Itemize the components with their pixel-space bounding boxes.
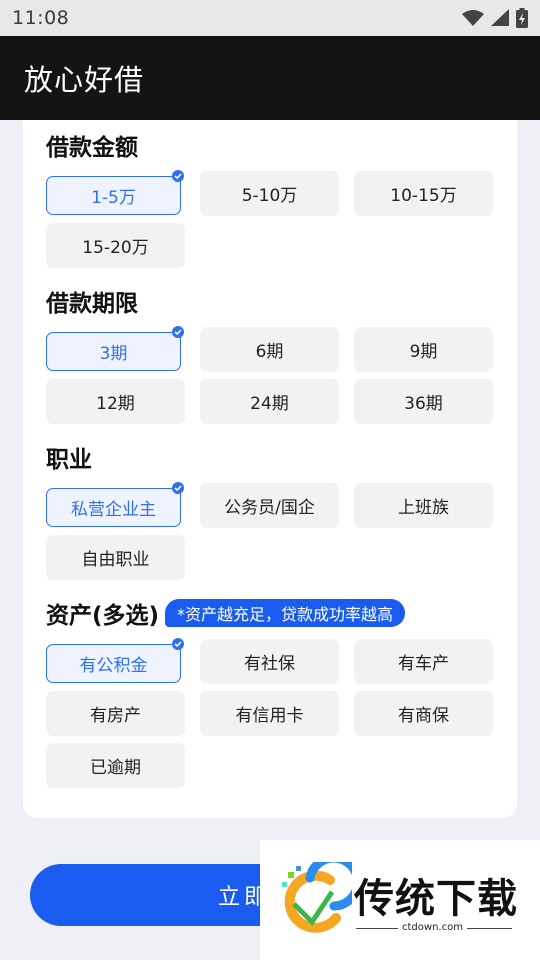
option-label: 有车产 (398, 654, 449, 674)
status-icons (462, 8, 528, 28)
app-bar: 放心好借 (0, 36, 540, 120)
term-option-24[interactable]: 24期 (200, 379, 339, 424)
option-label: 自由职业 (81, 550, 150, 570)
amount-title: 借款金额 (46, 135, 138, 161)
amount-option-15-20[interactable]: 15-20万 (46, 223, 185, 268)
option-label: 上班族 (398, 498, 449, 518)
job-title: 职业 (46, 447, 92, 473)
term-title: 借款期限 (46, 291, 138, 317)
assets-option-commercial-insurance[interactable]: 有商保 (354, 691, 493, 736)
assets-option-housing-fund[interactable]: 有公积金 (46, 638, 184, 683)
option-label: 有信用卡 (235, 706, 304, 726)
amount-option-1-5[interactable]: 1-5万 (46, 170, 184, 215)
watermark-domain: ctdown.com (398, 922, 467, 933)
check-badge-icon (172, 638, 184, 650)
assets-option-social-security[interactable]: 有社保 (200, 639, 339, 684)
option-label: 有社保 (244, 654, 295, 674)
job-option-business-owner[interactable]: 私营企业主 (46, 482, 184, 527)
option-label: 1-5万 (91, 188, 136, 208)
option-label: 12期 (96, 394, 135, 414)
option-label: 10-15万 (390, 186, 457, 206)
term-option-3[interactable]: 3期 (46, 326, 184, 371)
option-label: 有商保 (398, 706, 449, 726)
assets-hint-badge: *资产越充足，贷款成功率越高 (165, 599, 406, 627)
amount-option-5-10[interactable]: 5-10万 (200, 171, 339, 216)
term-option-12[interactable]: 12期 (46, 379, 185, 424)
wifi-icon (462, 10, 484, 26)
option-label: 3期 (99, 344, 128, 364)
term-option-9[interactable]: 9期 (354, 327, 493, 372)
option-label: 15-20万 (82, 238, 149, 258)
term-option-36[interactable]: 36期 (354, 379, 493, 424)
option-label: 9期 (409, 342, 438, 362)
assets-option-car[interactable]: 有车产 (354, 639, 493, 684)
check-badge-icon (172, 326, 184, 338)
job-option-office-worker[interactable]: 上班族 (354, 483, 493, 528)
watermark-brand: 传统下载 (354, 876, 518, 922)
check-badge-icon (172, 170, 184, 182)
status-bar: 11:08 (0, 0, 540, 36)
assets-option-credit-card[interactable]: 有信用卡 (200, 691, 339, 736)
option-label: 24期 (250, 394, 289, 414)
option-label: 有公积金 (79, 656, 148, 676)
amount-option-10-15[interactable]: 10-15万 (354, 171, 493, 216)
option-label: 5-10万 (241, 186, 298, 206)
assets-title: 资产(多选) (46, 603, 160, 629)
job-option-civil-servant[interactable]: 公务员/国企 (200, 483, 339, 528)
watermark-logo-icon (282, 862, 352, 933)
option-label: 公务员/国企 (224, 498, 315, 518)
assets-option-overdue[interactable]: 已逾期 (46, 743, 185, 788)
job-option-freelance[interactable]: 自由职业 (46, 535, 185, 580)
signal-icon (491, 9, 509, 26)
option-label: 36期 (404, 394, 443, 414)
battery-icon (516, 8, 528, 28)
app-title: 放心好借 (24, 63, 145, 97)
option-label: 已逾期 (90, 758, 141, 778)
check-badge-icon (172, 482, 184, 494)
status-time: 11:08 (12, 7, 70, 29)
assets-option-house[interactable]: 有房产 (46, 691, 185, 736)
term-option-6[interactable]: 6期 (200, 327, 339, 372)
main-content[interactable]: 借款金额 1-5万 5-10万 10-15万 15-20万 借款期限 3期 6期… (0, 120, 540, 960)
watermark: 传统下载 ctdown.com (260, 840, 540, 960)
option-label: 有房产 (90, 706, 141, 726)
option-label: 6期 (255, 342, 284, 362)
option-label: 私营企业主 (71, 500, 156, 520)
